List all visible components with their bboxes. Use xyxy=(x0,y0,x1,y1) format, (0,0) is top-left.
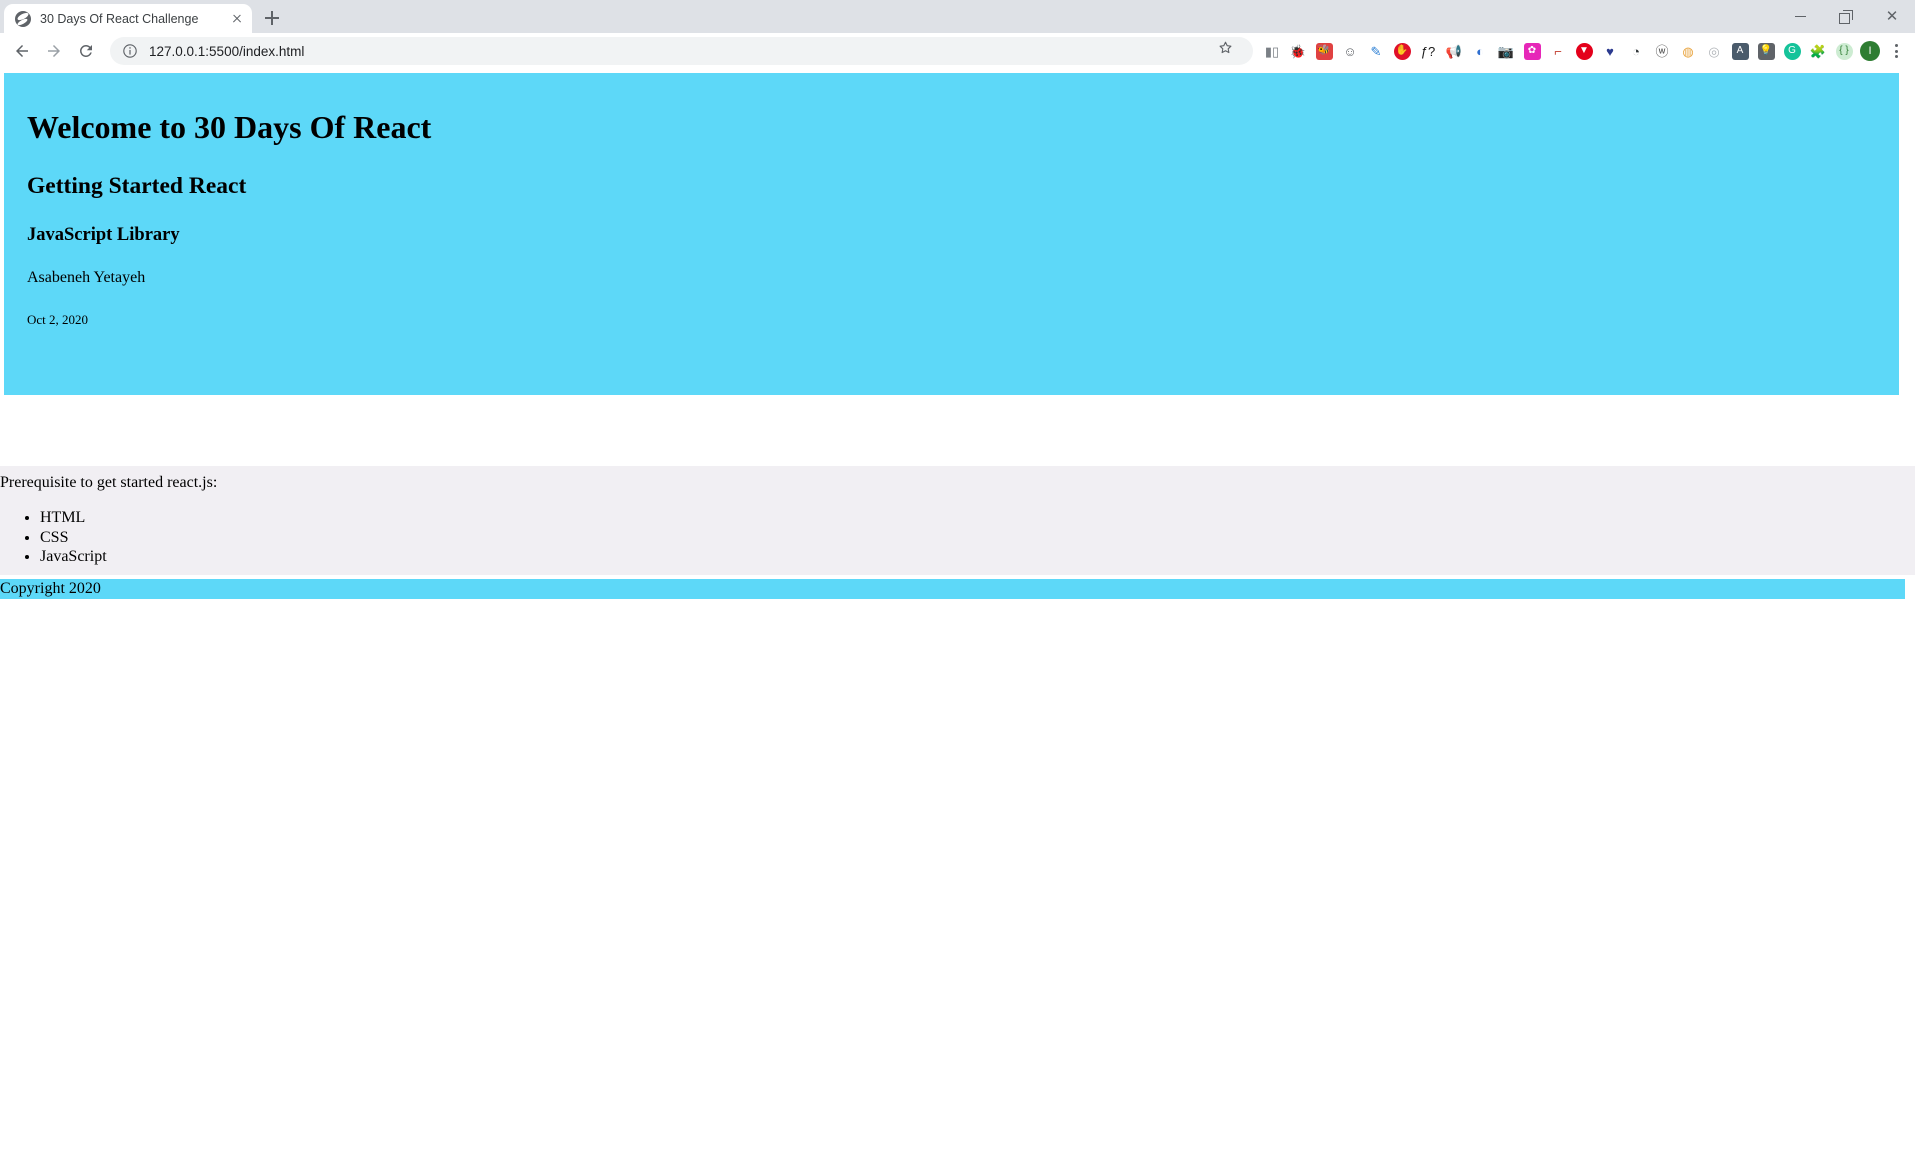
grammarly-icon-glyph: G xyxy=(1783,42,1801,60)
grammarly-icon[interactable]: G xyxy=(1779,36,1805,66)
reading-list-icon[interactable]: ▮▯ xyxy=(1259,36,1285,66)
page-main-content: Prerequisite to get started react.js: HT… xyxy=(0,466,1915,575)
heart-pin-icon-glyph: ♥ xyxy=(1606,43,1614,59)
info-circle-icon[interactable] xyxy=(122,43,138,59)
minimize-button[interactable] xyxy=(1777,0,1823,33)
list-item: JavaScript xyxy=(40,547,1915,567)
prerequisite-list: HTMLCSSJavaScript xyxy=(0,508,1915,567)
page-subtitle: Getting Started React xyxy=(27,173,247,200)
page-title: Welcome to 30 Days Of React xyxy=(27,109,432,145)
pocket-tab-icon-glyph: ⌐ xyxy=(1554,43,1562,59)
publish-date: Oct 2, 2020 xyxy=(27,311,89,327)
grammar-inbox-icon[interactable]: A xyxy=(1727,36,1753,66)
adblock-icon[interactable]: ✋ xyxy=(1389,36,1415,66)
color-picker-icon-glyph: ✎ xyxy=(1370,43,1382,59)
browser-window: 30 Days Of React Challenge ✕ 127.0.0.1:5… xyxy=(0,0,1915,1154)
address-bar[interactable]: 127.0.0.1:5500/index.html xyxy=(110,37,1253,65)
star-outline-icon[interactable] xyxy=(1217,39,1241,63)
back-button[interactable] xyxy=(6,35,38,67)
tab-strip: 30 Days Of React Challenge ✕ xyxy=(0,0,1915,33)
page-sub-subtitle: JavaScript Library xyxy=(27,225,180,246)
profile-avatar[interactable]: I xyxy=(1857,36,1883,66)
megaphone-icon-glyph: 📢 xyxy=(1445,43,1463,59)
wave-circle-icon-glyph: ⓦ xyxy=(1655,43,1669,59)
pocket-tab-icon[interactable]: ⌐ xyxy=(1545,36,1571,66)
three-dots-vertical-icon[interactable] xyxy=(1883,36,1909,66)
smiley-icon-glyph: ☺ xyxy=(1343,43,1357,59)
globe-favicon xyxy=(15,10,31,27)
grammar-inbox-icon-glyph: A xyxy=(1731,42,1749,60)
close-icon[interactable] xyxy=(227,9,247,29)
screenshot-camera-icon-glyph: 📷 xyxy=(1497,43,1515,59)
adblock-icon-glyph: ✋ xyxy=(1393,42,1411,60)
forward-button[interactable] xyxy=(38,35,70,67)
extensions-tray: ▮▯ 🐞 🐝 ☺ ✎ ✋ ƒ? 📢 ◐ 📷 ✿ ⌐ ▼ ♥ ◔ ⓦ ◍ ◎ A 💡 G 🧩 { } xyxy=(1259,36,1857,66)
color-wheel-icon-glyph: ◍ xyxy=(1682,43,1694,59)
json-viewer-icon[interactable]: { } xyxy=(1831,36,1857,66)
smiley-icon[interactable]: ☺ xyxy=(1337,36,1363,66)
blue-circle-icon-glyph: ◐ xyxy=(1476,43,1484,59)
lightbulb-note-icon-glyph: 💡 xyxy=(1757,42,1775,60)
tab-title: 30 Days Of React Challenge xyxy=(40,11,199,26)
list-item: CSS xyxy=(40,528,1915,548)
magenta-gear-icon[interactable]: ✿ xyxy=(1519,36,1545,66)
puzzle-extensions-icon-glyph: 🧩 xyxy=(1809,43,1827,59)
fonts-ninja-icon[interactable]: ƒ? xyxy=(1415,36,1441,66)
bug-tracker-icon[interactable]: 🐞 xyxy=(1285,36,1311,66)
browser-tab[interactable]: 30 Days Of React Challenge xyxy=(4,4,252,33)
heart-pin-icon[interactable]: ♥ xyxy=(1597,36,1623,66)
lightbulb-note-icon[interactable]: 💡 xyxy=(1753,36,1779,66)
list-item: HTML xyxy=(40,508,1915,528)
author-name: Asabeneh Yetayeh xyxy=(27,269,146,287)
copyright-text: Copyright 2020 xyxy=(0,580,101,597)
page-viewport: Welcome to 30 Days Of React Getting Star… xyxy=(0,69,1915,1154)
fonts-ninja-icon-glyph: ƒ? xyxy=(1420,43,1436,59)
honey-icon[interactable]: 🐝 xyxy=(1311,36,1337,66)
megaphone-icon[interactable]: 📢 xyxy=(1441,36,1467,66)
honey-icon-glyph: 🐝 xyxy=(1315,42,1333,60)
page-header: Welcome to 30 Days Of React Getting Star… xyxy=(4,73,1899,395)
magenta-gear-icon-glyph: ✿ xyxy=(1523,42,1541,60)
bug-tracker-icon-glyph: 🐞 xyxy=(1289,43,1307,59)
pocket-icon[interactable]: ▼ xyxy=(1571,36,1597,66)
ghostery-icon-glyph: ◔ xyxy=(1632,43,1640,59)
maximize-button[interactable] xyxy=(1823,0,1869,33)
color-picker-icon[interactable]: ✎ xyxy=(1363,36,1389,66)
wave-circle-icon[interactable]: ⓦ xyxy=(1649,36,1675,66)
radar-icon-glyph: ◎ xyxy=(1708,43,1720,59)
new-tab-button[interactable] xyxy=(258,4,286,32)
json-viewer-icon-glyph: { } xyxy=(1835,42,1853,60)
reload-button[interactable] xyxy=(70,35,102,67)
window-close-button[interactable]: ✕ xyxy=(1869,0,1915,33)
radar-icon[interactable]: ◎ xyxy=(1701,36,1727,66)
color-wheel-icon[interactable]: ◍ xyxy=(1675,36,1701,66)
pocket-icon-glyph: ▼ xyxy=(1575,42,1593,60)
window-controls: ✕ xyxy=(1777,0,1915,33)
ghostery-icon[interactable]: ◔ xyxy=(1623,36,1649,66)
url-text[interactable]: 127.0.0.1:5500/index.html xyxy=(149,44,1213,59)
profile-initial: I xyxy=(1860,41,1880,61)
reading-list-icon-glyph: ▮▯ xyxy=(1264,43,1280,59)
blue-circle-icon[interactable]: ◐ xyxy=(1467,36,1493,66)
navigation-toolbar: 127.0.0.1:5500/index.html ▮▯ 🐞 🐝 ☺ ✎ ✋ ƒ? 📢 ◐ 📷 ✿ ⌐… xyxy=(0,33,1915,69)
screenshot-camera-icon[interactable]: 📷 xyxy=(1493,36,1519,66)
prerequisite-text: Prerequisite to get started react.js: xyxy=(0,474,218,491)
page-footer: Copyright 2020 xyxy=(0,579,1905,599)
puzzle-extensions-icon[interactable]: 🧩 xyxy=(1805,36,1831,66)
